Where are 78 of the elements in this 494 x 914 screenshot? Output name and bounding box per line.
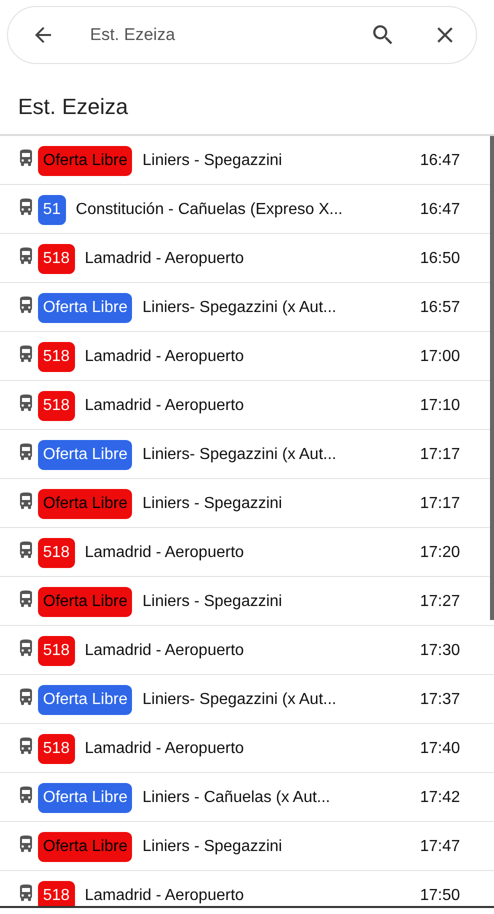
- bus-icon: [18, 786, 34, 804]
- departure-time: 16:47: [420, 200, 460, 220]
- departure-time: 17:10: [420, 396, 460, 416]
- route-name: Constitución - Cañuelas (Expreso X...: [76, 200, 344, 220]
- departure-row[interactable]: 518 Lamadrid - Aeropuerto 17:40: [0, 724, 494, 773]
- departure-row[interactable]: Oferta Libre Liniers - Cañuelas (x Aut... 17:42: [0, 773, 494, 822]
- line-badge: Oferta Libre: [38, 832, 132, 862]
- bus-icon: [18, 835, 34, 853]
- line-badge: Oferta Libre: [38, 489, 132, 519]
- route-name: Liniers - Spegazzini: [142, 151, 284, 171]
- line-badge: 518: [38, 636, 75, 666]
- departure-time: 17:17: [420, 445, 460, 465]
- route-name: Lamadrid - Aeropuerto: [84, 543, 245, 563]
- departure-row[interactable]: Oferta Libre Liniers - Spegazzini 17:47: [0, 822, 494, 871]
- departure-time: 17:42: [420, 788, 460, 808]
- departure-row[interactable]: Oferta Libre Liniers - Spegazzini 17:17: [0, 479, 494, 528]
- bus-icon: [18, 688, 34, 706]
- route-name: Liniers - Cañuelas (x Aut...: [142, 788, 332, 808]
- bus-icon: [18, 492, 34, 510]
- departure-time: 17:17: [420, 494, 460, 514]
- route-name: Liniers - Spegazzini: [142, 837, 284, 857]
- departure-row[interactable]: 518 Lamadrid - Aeropuerto 17:30: [0, 626, 494, 675]
- line-badge: 518: [38, 734, 75, 764]
- bus-icon: [18, 737, 34, 755]
- departure-time: 17:40: [420, 739, 460, 759]
- departure-row[interactable]: Oferta Libre Liniers - Spegazzini 17:27: [0, 577, 494, 626]
- route-name: Liniers - Spegazzini: [142, 592, 284, 612]
- line-badge: Oferta Libre: [38, 685, 132, 715]
- departure-row[interactable]: Oferta Libre Liniers- Spegazzini (x Aut... 17:17: [0, 430, 494, 479]
- departure-time: 17:27: [420, 592, 460, 612]
- line-badge: 518: [38, 391, 75, 421]
- line-badge: 518: [38, 244, 75, 274]
- route-name: Lamadrid - Aeropuerto: [84, 396, 245, 416]
- bus-icon: [18, 884, 34, 902]
- route-name: Liniers- Spegazzini (x Aut...: [142, 445, 338, 465]
- departure-row[interactable]: Oferta Libre Liniers- Spegazzini (x Aut... 16:57: [0, 283, 494, 332]
- bus-icon: [18, 345, 34, 363]
- departure-time: 17:47: [420, 837, 460, 857]
- line-badge: 518: [38, 881, 75, 906]
- bus-icon: [18, 198, 34, 216]
- bus-icon: [18, 247, 34, 265]
- departure-row[interactable]: 518 Lamadrid - Aeropuerto 17:50: [0, 871, 494, 906]
- departure-time: 17:20: [420, 543, 460, 563]
- line-badge: Oferta Libre: [38, 146, 132, 176]
- departure-time: 17:30: [420, 641, 460, 661]
- route-name: Liniers- Spegazzini (x Aut...: [142, 298, 338, 318]
- line-badge: 518: [38, 538, 75, 568]
- route-name: Lamadrid - Aeropuerto: [84, 347, 245, 367]
- bus-icon: [18, 149, 34, 167]
- departure-time: 17:00: [420, 347, 460, 367]
- departure-time: 16:50: [420, 249, 460, 269]
- route-name: Lamadrid - Aeropuerto: [84, 249, 245, 269]
- bus-icon: [18, 296, 34, 314]
- bus-icon: [18, 639, 34, 657]
- departure-time: 17:50: [420, 886, 460, 906]
- departure-time: 16:57: [420, 298, 460, 318]
- line-badge: 51: [38, 195, 66, 225]
- departure-row[interactable]: Oferta Libre Liniers- Spegazzini (x Aut... 17:37: [0, 675, 494, 724]
- stop-title: Est. Ezeiza: [18, 94, 130, 121]
- line-badge: Oferta Libre: [38, 293, 132, 323]
- bus-icon: [18, 541, 34, 559]
- line-badge: 518: [38, 342, 75, 372]
- line-badge: Oferta Libre: [38, 440, 132, 470]
- bus-icon: [18, 443, 34, 461]
- route-name: Lamadrid - Aeropuerto: [84, 739, 245, 759]
- route-name: Lamadrid - Aeropuerto: [84, 641, 245, 661]
- route-name: Lamadrid - Aeropuerto: [84, 886, 245, 906]
- bus-icon: [18, 394, 34, 412]
- search-field[interactable]: Est. Ezeiza: [88, 24, 366, 46]
- scrollbar[interactable]: [490, 136, 494, 620]
- departure-time: 17:37: [420, 690, 460, 710]
- departure-time: 16:47: [420, 151, 460, 171]
- bus-icon: [18, 590, 34, 608]
- line-badge: Oferta Libre: [38, 783, 132, 813]
- departure-row[interactable]: Oferta Libre Liniers - Spegazzini 16:47: [0, 136, 494, 185]
- route-name: Liniers- Spegazzini (x Aut...: [142, 690, 338, 710]
- line-badge: Oferta Libre: [38, 587, 132, 617]
- route-name: Liniers - Spegazzini: [142, 494, 284, 514]
